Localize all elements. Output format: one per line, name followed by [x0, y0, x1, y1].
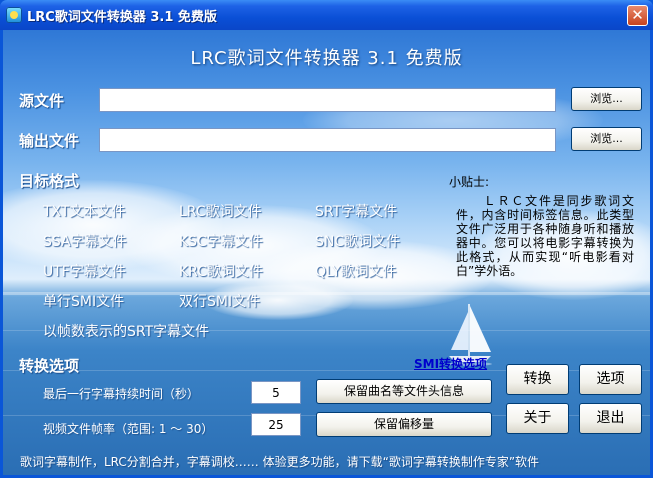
- last-line-duration-label: 最后一行字幕持续时间（秒）: [43, 387, 200, 401]
- tips-body: ＬＲＣ文件是同步歌词文件，内含时间标签信息。此类型文件广泛用于各种随身听和播放器…: [456, 194, 634, 278]
- browse-output-button[interactable]: 浏览...: [571, 127, 642, 151]
- format-option-single-smi[interactable]: 单行SMI文件: [43, 291, 124, 311]
- target-format-label: 目标格式: [19, 172, 80, 190]
- format-option-srt[interactable]: SRT字幕文件: [315, 201, 397, 221]
- format-option-lrc[interactable]: LRC歌词文件: [179, 201, 262, 221]
- source-file-label: 源文件: [19, 92, 65, 110]
- last-line-duration-input[interactable]: [251, 381, 301, 404]
- close-button[interactable]: ✕: [627, 5, 648, 26]
- convert-options-label: 转换选项: [19, 357, 80, 375]
- output-file-input[interactable]: [99, 128, 556, 152]
- tips-title: 小贴士:: [449, 175, 490, 189]
- format-option-txt[interactable]: TXT文本文件: [43, 201, 125, 221]
- format-option-krc[interactable]: KRC歌词文件: [179, 261, 263, 281]
- keep-header-toggle[interactable]: 保留曲名等文件头信息: [316, 379, 492, 404]
- output-file-label: 输出文件: [19, 132, 80, 150]
- format-option-qly[interactable]: QLY歌词文件: [315, 261, 397, 281]
- footer-promo-text[interactable]: 歌词字幕制作，LRC分割合并，字幕调校…… 体验更多功能，请下载“歌词字幕转换制…: [20, 453, 539, 470]
- app-window: LRC歌词文件转换器 3.1 免费版 ✕ LRC歌词文件转换器 3.1 免费版 …: [0, 0, 653, 478]
- browse-source-button[interactable]: 浏览...: [571, 87, 642, 111]
- fps-label: 视频文件帧率（范围: 1 ～ 30）: [43, 422, 214, 436]
- smi-options-link[interactable]: SMI转换选项: [414, 355, 487, 372]
- format-option-ksc[interactable]: KSC字幕文件: [179, 231, 263, 251]
- window-title: LRC歌词文件转换器 3.1 免费版: [27, 10, 217, 25]
- title-bar: LRC歌词文件转换器 3.1 免费版 ✕: [0, 0, 653, 30]
- app-header-title: LRC歌词文件转换器 3.1 免费版: [190, 48, 463, 69]
- app-icon: [6, 7, 22, 23]
- exit-button[interactable]: 退出: [579, 403, 642, 434]
- keep-offset-toggle[interactable]: 保留偏移量: [316, 412, 492, 437]
- main-panel: LRC歌词文件转换器 3.1 免费版 源文件 浏览... 输出文件 浏览... …: [3, 30, 650, 475]
- format-option-ssa[interactable]: SSA字幕文件: [43, 231, 127, 251]
- close-icon: ✕: [631, 6, 644, 24]
- fps-input[interactable]: [251, 413, 301, 436]
- source-file-input[interactable]: [99, 88, 556, 112]
- format-option-snc[interactable]: SNC歌词文件: [315, 231, 400, 251]
- format-option-frame-srt[interactable]: 以帧数表示的SRT字幕文件: [43, 321, 209, 341]
- format-option-double-smi[interactable]: 双行SMI文件: [179, 291, 260, 311]
- format-option-utf[interactable]: UTF字幕文件: [43, 261, 126, 281]
- about-button[interactable]: 关于: [506, 403, 569, 434]
- options-button[interactable]: 选项: [579, 364, 642, 395]
- convert-button[interactable]: 转换: [506, 364, 569, 395]
